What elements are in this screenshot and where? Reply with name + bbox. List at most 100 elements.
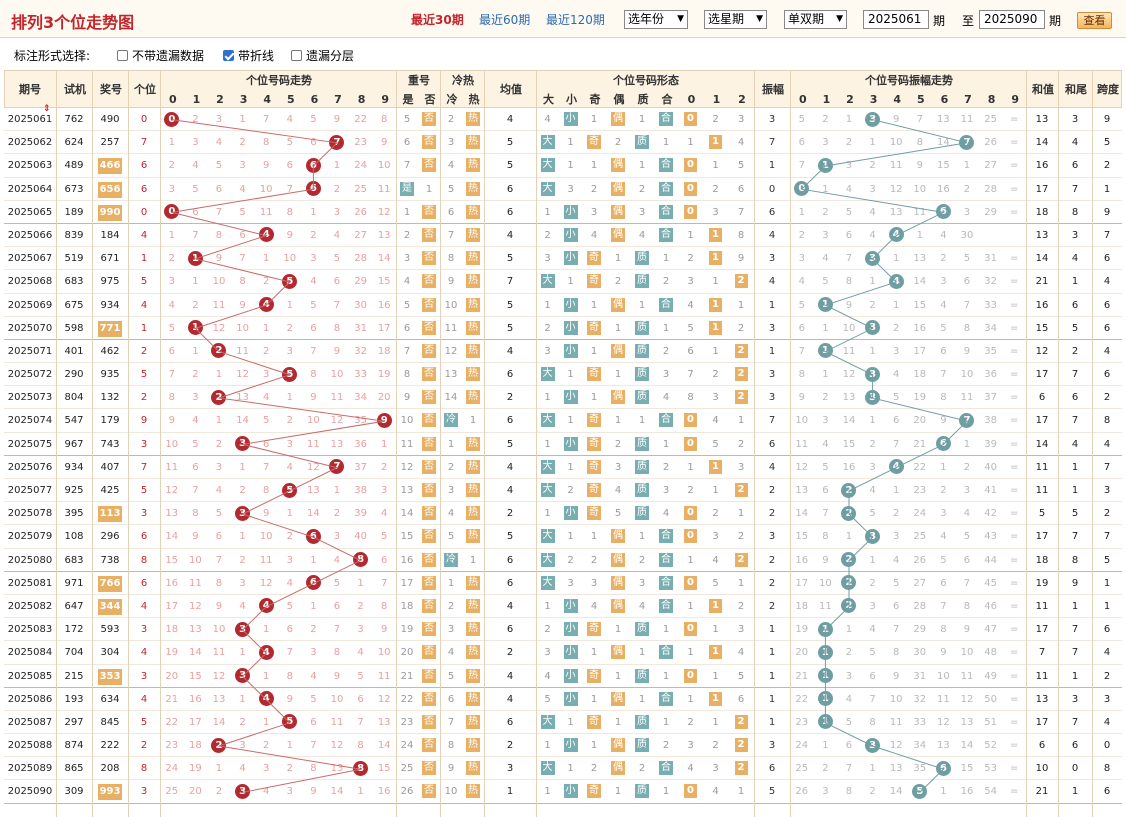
amp-miss-cell: = [1009, 740, 1019, 752]
trend-miss-cell: 6 [263, 438, 270, 450]
prize-cell: 257 [100, 137, 120, 149]
shape-cell: 1 [590, 114, 598, 125]
from-issue-input[interactable]: 2025061 [863, 10, 929, 29]
trend-miss-cell: 11 [212, 299, 226, 311]
unit-cell: 5 [140, 276, 148, 288]
remainder-cell: 7 [737, 206, 745, 218]
shape-cell: 合 [654, 201, 678, 224]
trend-miss-cell: 14 [212, 716, 226, 728]
table-row: 2025066 839 184 4 1 7 8 6 4 9 2 4 27 13 2 否 7 热 4 2 小 4 偶 4 合 1 1 8… [4, 224, 1122, 248]
to-issue-input[interactable]: 2025090 [979, 10, 1045, 29]
trend-ball: 4 [258, 691, 274, 707]
trial-cell: 683 [64, 276, 84, 288]
range-120-link[interactable]: 最近120期 [546, 11, 605, 28]
amp-miss-cell: = [1009, 114, 1019, 125]
shape-cell: 小 [559, 201, 582, 224]
parity-select[interactable]: 单双期 ▼ [784, 10, 847, 29]
amp-miss-cell: 9 [963, 624, 971, 636]
trend-miss-cell: 17 [189, 716, 202, 728]
shape-cell: 奇 [582, 317, 606, 340]
repeat-no-header: 否 [424, 93, 436, 106]
range-30-link[interactable]: 最近30期 [411, 11, 464, 28]
remainder-cell: 1 [703, 456, 728, 479]
week-select[interactable]: 选星期 ▼ [704, 10, 767, 29]
layer-checkbox[interactable]: 遗漏分层 [291, 47, 354, 64]
shape-tag: 质 [635, 251, 649, 266]
col-sum-header: 和值 [1032, 83, 1054, 96]
amp-hit-cell: 1 [814, 618, 838, 641]
trend-miss-cell: 4 [263, 786, 270, 798]
cold-cell: 8 [447, 253, 455, 265]
remainder-cell: 1 [687, 647, 694, 659]
remainder-cell: 4 [712, 415, 719, 427]
table-body: 2025061 762 490 0 0 2 3 1 7 4 5 9 22 8 5 否 2 热 4 4 小 1 偶 1 合 0 2 3 3… [4, 108, 1122, 804]
option-bar: 标注形式选择: 不带遗漏数据 带折线 遗漏分层 [0, 38, 1126, 70]
remainder-cell: 5 [712, 438, 719, 450]
repeat-no-cell: 否 [418, 641, 440, 664]
range-60-link[interactable]: 最近60期 [479, 11, 530, 28]
amp-miss-cell: 4 [940, 229, 947, 241]
prize-cell: 771 [98, 320, 122, 337]
shape-cell: 质 [630, 270, 654, 293]
trend-miss-cell: 4 [263, 392, 270, 404]
trend-miss-cell: 6 [333, 276, 341, 288]
hot-tag: 热 [466, 320, 480, 335]
remainder-cell: 1 [703, 317, 728, 340]
shape-cell: 大 [536, 711, 559, 734]
trend-miss-cell: 4 [286, 114, 293, 125]
shape-cell: 小 [559, 618, 582, 641]
line-checkbox[interactable]: 带折线 [223, 47, 274, 64]
shape-tag: 小 [563, 204, 578, 219]
remainder-cell: 1 [687, 461, 694, 473]
remainder-cell: 8 [737, 229, 745, 241]
trend-miss-cell: 3 [168, 276, 175, 288]
trend-miss-cell: 5 [357, 670, 364, 682]
query-button[interactable]: 查看 [1077, 12, 1112, 29]
trend-miss-cell: 16 [189, 693, 202, 705]
trend-miss-cell: 27 [354, 229, 367, 241]
tail-cell: 7 [1071, 531, 1079, 543]
repeat-yes-header: 是 [402, 93, 414, 106]
year-select[interactable]: 选年份 ▼ [624, 10, 688, 29]
shape-tag: 大 [540, 714, 555, 729]
remainder-cell: 3 [687, 276, 694, 288]
trend-miss-cell: 13 [307, 485, 320, 496]
amp-hit-cell: 7 [955, 131, 979, 154]
issue-cell: 2025076 [7, 461, 53, 473]
shape-cell: 奇 [582, 409, 606, 432]
chevron-down-icon: ▼ [836, 14, 843, 24]
trend-miss-cell: 11 [189, 577, 202, 589]
amp-ball: 3 [865, 389, 881, 405]
amp-cell: 3 [768, 392, 776, 404]
trend-digit-header: 2 [216, 93, 224, 106]
no-missing-checkbox[interactable]: 不带遗漏数据 [117, 47, 204, 64]
hot-cell: 热 [462, 618, 484, 641]
remainder-cell: 3 [737, 461, 745, 473]
shape-tag: 偶 [611, 529, 625, 544]
trend-ball: 0 [164, 111, 180, 127]
unit-cell: 1 [140, 253, 148, 265]
amp-miss-cell: 45 [984, 577, 997, 589]
amp-miss-cell: = [1009, 531, 1019, 543]
amp-cell: 5 [768, 786, 776, 798]
amp-ball: 6 [935, 436, 951, 452]
trend-miss-cell: 7 [286, 647, 293, 659]
avg-cell: 4 [506, 485, 514, 496]
hot-tag: 热 [466, 738, 480, 753]
span-cell: 4 [1103, 438, 1111, 450]
amp-miss-cell: 11 [913, 206, 927, 218]
repeat-yes-cell: 5 [403, 114, 411, 125]
issue-cell: 2025073 [7, 392, 53, 404]
trend-miss-cell: 7 [168, 369, 175, 381]
amp-cell: 1 [768, 624, 776, 636]
shape-cell: 奇 [582, 665, 606, 688]
span-cell: 2 [1103, 392, 1111, 404]
amp-miss-cell: 4 [940, 531, 947, 543]
shape-tag: 小 [563, 436, 578, 451]
shape-cell: 1 [544, 740, 551, 752]
shape-tag: 合 [659, 691, 673, 706]
chevron-down-icon: ▼ [677, 14, 684, 24]
prize-cell: 113 [98, 506, 122, 523]
amp-miss-cell: 14 [960, 740, 974, 752]
trend-miss-cell: 37 [354, 461, 367, 473]
